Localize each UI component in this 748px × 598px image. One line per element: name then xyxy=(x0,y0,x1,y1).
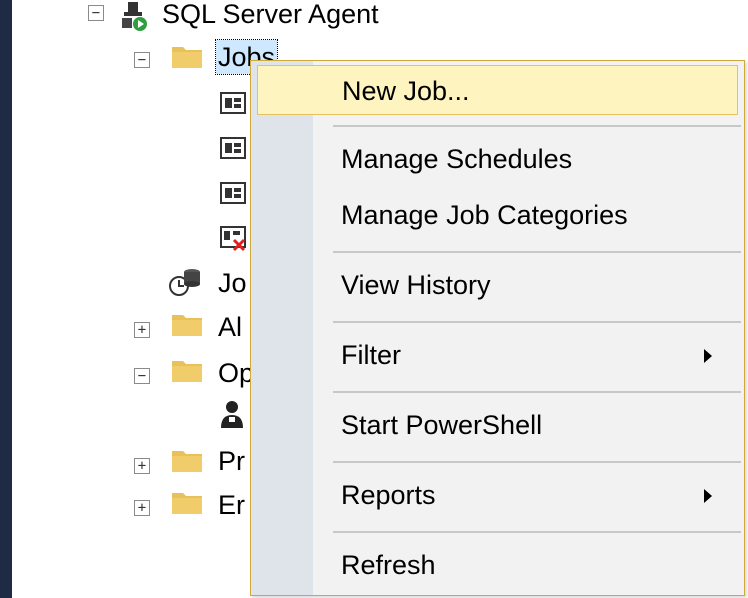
submenu-arrow-icon xyxy=(704,489,712,503)
folder-icon xyxy=(172,358,202,382)
menu-item-filter[interactable]: Filter xyxy=(257,330,738,380)
menu-item-label: Manage Schedules xyxy=(341,144,573,174)
expand-toggle-alerts[interactable]: + xyxy=(134,322,150,338)
menu-item-manage-job-categories[interactable]: Manage Job Categories xyxy=(257,190,738,240)
folder-icon xyxy=(172,490,202,514)
submenu-arrow-icon xyxy=(704,349,712,363)
menu-item-label: Refresh xyxy=(341,550,436,580)
job-activity-monitor-icon xyxy=(168,266,202,303)
menu-item-label: Reports xyxy=(341,480,436,510)
menu-separator xyxy=(333,321,741,323)
menu-item-label: Filter xyxy=(341,340,401,370)
collapse-toggle-operators[interactable]: − xyxy=(134,368,150,384)
menu-item-label: Manage Job Categories xyxy=(341,200,628,230)
window-left-edge xyxy=(0,0,12,598)
menu-item-label: Start PowerShell xyxy=(341,410,543,440)
job-item-icon[interactable] xyxy=(220,182,246,204)
alerts-label[interactable]: Al xyxy=(218,310,242,344)
menu-item-view-history[interactable]: View History xyxy=(257,260,738,310)
menu-separator xyxy=(333,531,741,533)
menu-item-label: View History xyxy=(341,270,491,300)
job-item-icon[interactable] xyxy=(220,92,246,114)
menu-item-reports[interactable]: Reports xyxy=(257,470,738,520)
jobs-context-menu: New Job... Manage Schedules Manage Job C… xyxy=(250,60,745,596)
sql-agent-icon xyxy=(120,0,148,37)
proxies-label[interactable]: Pr xyxy=(218,444,245,478)
folder-icon xyxy=(172,312,202,336)
expand-toggle-error-logs[interactable]: + xyxy=(134,500,150,516)
folder-icon xyxy=(172,448,202,472)
menu-item-refresh[interactable]: Refresh xyxy=(257,540,738,590)
menu-separator xyxy=(333,461,741,463)
job-activity-monitor-label[interactable]: Jo xyxy=(218,266,247,300)
expand-toggle-proxies[interactable]: + xyxy=(134,458,150,474)
menu-item-start-powershell[interactable]: Start PowerShell xyxy=(257,400,738,450)
collapse-toggle-agent[interactable]: − xyxy=(88,5,104,21)
menu-separator xyxy=(333,391,741,393)
sql-agent-label[interactable]: SQL Server Agent xyxy=(162,0,379,31)
menu-separator xyxy=(333,125,741,127)
menu-item-manage-schedules[interactable]: Manage Schedules xyxy=(257,134,738,184)
job-disabled-icon[interactable] xyxy=(220,226,250,259)
job-item-icon[interactable] xyxy=(220,137,246,159)
operator-user-icon[interactable] xyxy=(220,400,248,435)
folder-icon xyxy=(172,44,202,68)
error-logs-label[interactable]: Er xyxy=(218,488,245,522)
menu-separator xyxy=(333,251,741,253)
operators-label[interactable]: Op xyxy=(218,356,254,390)
menu-item-new-job[interactable]: New Job... xyxy=(257,65,738,115)
collapse-toggle-jobs[interactable]: − xyxy=(134,52,150,68)
menu-item-label: New Job... xyxy=(342,76,470,106)
